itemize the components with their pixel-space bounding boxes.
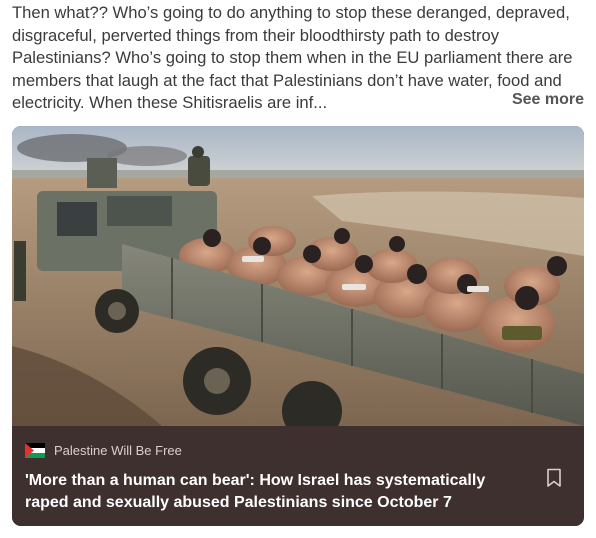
post-text-line: disgraceful, perverted things from their… (12, 25, 499, 45)
post-text-line: Palestinians? Who’s going to stop them w… (12, 48, 573, 68)
post-text-line: electricity. When these Shitisraelis are… (12, 93, 328, 113)
post-text-line: members that laugh at the fact that Pale… (12, 70, 562, 90)
article-photo[interactable] (12, 126, 584, 426)
see-more-link[interactable]: See more (512, 91, 584, 109)
post-text: Then what?? Who’s going to do anything t… (12, 2, 586, 115)
post-text-line: Then what?? Who’s going to do anything t… (12, 3, 570, 22)
link-preview-card[interactable]: Palestine Will Be Free 'More than a huma… (12, 126, 584, 526)
article-headline[interactable]: 'More than a human can bear': How Israel… (25, 470, 525, 514)
card-footer[interactable]: Palestine Will Be Free 'More than a huma… (12, 426, 584, 526)
source-row: Palestine Will Be Free (25, 440, 182, 460)
source-name[interactable]: Palestine Will Be Free (54, 443, 182, 458)
bookmark-icon[interactable] (546, 468, 562, 488)
palestine-flag-icon (25, 443, 45, 458)
